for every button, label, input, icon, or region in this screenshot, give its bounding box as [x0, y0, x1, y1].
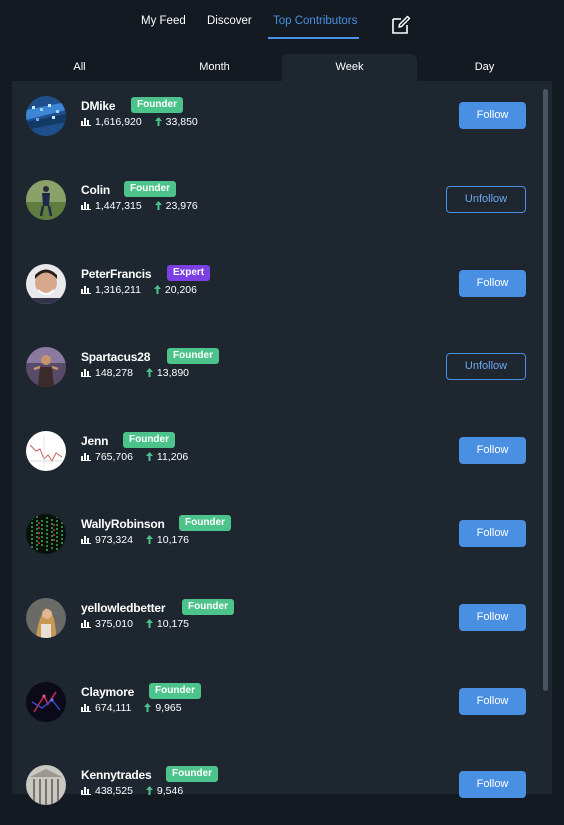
- contributor-name[interactable]: yellowledbetter: [81, 601, 166, 615]
- contributor-name[interactable]: PeterFrancis: [81, 267, 152, 281]
- contributor-stats: 765,706 11,206: [81, 451, 188, 463]
- score-count: 33,850: [165, 116, 198, 128]
- score-count: 20,206: [164, 284, 197, 296]
- top-navigation: My Feed Discover Top Contributors: [0, 0, 564, 48]
- founder-badge: Founder: [182, 599, 234, 615]
- tab-day[interactable]: Day: [417, 54, 552, 81]
- views-count: 1,447,315: [95, 200, 142, 212]
- nav-discover[interactable]: Discover: [207, 15, 252, 27]
- contributor-row: DMike Founder 1,616,920 33,850 Follow: [12, 96, 532, 156]
- views-count: 1,316,211: [95, 284, 141, 296]
- bar-chart-icon: [81, 286, 91, 294]
- founder-badge: Founder: [124, 181, 176, 197]
- nav-my-feed[interactable]: My Feed: [141, 15, 186, 27]
- avatar[interactable]: [26, 96, 66, 136]
- score-count: 10,175: [156, 618, 190, 630]
- views-count: 973,324: [95, 534, 133, 546]
- avatar[interactable]: [26, 598, 66, 638]
- bar-chart-icon: [81, 536, 91, 544]
- contributor-stats: 148,278 13,890: [81, 367, 189, 379]
- follow-button[interactable]: Follow: [459, 270, 526, 297]
- follow-button[interactable]: Follow: [459, 604, 526, 631]
- contributor-name[interactable]: DMike: [81, 99, 116, 113]
- views-count: 674,111: [95, 702, 132, 714]
- contributor-stats: 1,616,920 33,850: [81, 116, 198, 128]
- score-count: 11,206: [156, 451, 189, 463]
- founder-badge: Founder: [179, 515, 231, 531]
- arrow-up-icon: [154, 201, 162, 210]
- contributor-name[interactable]: Kennytrades: [81, 768, 152, 782]
- contributor-row: Colin Founder 1,447,315 23,976 Unfollow: [12, 180, 532, 240]
- contributor-row: Spartacus28 Founder 148,278 13,890 Unfol…: [12, 347, 532, 407]
- contributor-name[interactable]: Spartacus28: [81, 350, 150, 364]
- period-tabs: All Month Week Day: [12, 54, 552, 81]
- contributor-stats: 1,447,315 23,976: [81, 200, 198, 212]
- contributor-row: PeterFrancis Expert 1,316,211 20,206 Fol…: [12, 264, 532, 324]
- contributor-row: yellowledbetter Founder 375,010 10,175 F…: [12, 598, 532, 658]
- arrow-up-icon: [145, 619, 153, 628]
- contributor-stats: 1,316,211 20,206: [81, 284, 197, 296]
- contributor-stats: 973,324 10,176: [81, 534, 189, 546]
- avatar[interactable]: [26, 347, 66, 387]
- follow-button[interactable]: Follow: [459, 102, 526, 129]
- scrollbar[interactable]: [543, 89, 548, 691]
- bar-chart-icon: [81, 453, 91, 461]
- avatar[interactable]: [26, 514, 66, 554]
- contributor-stats: 674,111 9,965: [81, 702, 182, 714]
- avatar[interactable]: [26, 180, 66, 220]
- contributor-name[interactable]: Claymore: [81, 685, 134, 699]
- contributor-name[interactable]: Colin: [81, 183, 110, 197]
- score-count: 13,890: [156, 367, 190, 379]
- contributor-name[interactable]: Jenn: [81, 434, 108, 448]
- founder-badge: Founder: [167, 348, 219, 364]
- unfollow-button[interactable]: Unfollow: [446, 186, 526, 213]
- founder-badge: Founder: [131, 97, 183, 113]
- unfollow-button[interactable]: Unfollow: [446, 353, 526, 380]
- arrow-up-icon: [144, 703, 152, 712]
- score-count: 23,976: [165, 200, 198, 212]
- contributor-stats: 438,525 9,546: [81, 785, 183, 797]
- follow-button[interactable]: Follow: [459, 437, 526, 464]
- follow-button[interactable]: Follow: [459, 688, 526, 715]
- contributor-name[interactable]: WallyRobinson: [81, 517, 165, 531]
- contributor-row: Jenn Founder 765,706 11,206 Follow: [12, 431, 532, 491]
- founder-badge: Founder: [149, 683, 201, 699]
- expert-badge: Expert: [167, 265, 211, 281]
- contributor-row: Kennytrades Founder 438,525 9,546 Follow: [12, 765, 532, 825]
- views-count: 438,525: [95, 785, 133, 797]
- views-count: 148,278: [95, 367, 133, 379]
- bar-chart-icon: [81, 620, 91, 628]
- bar-chart-icon: [81, 202, 91, 210]
- avatar[interactable]: [26, 431, 66, 471]
- contributor-row: WallyRobinson Founder 973,324 10,176 Fol…: [12, 514, 532, 574]
- bar-chart-icon: [81, 704, 91, 712]
- views-count: 765,706: [95, 451, 133, 463]
- founder-badge: Founder: [123, 432, 175, 448]
- arrow-up-icon: [145, 535, 153, 544]
- tab-all[interactable]: All: [12, 54, 147, 81]
- avatar[interactable]: [26, 682, 66, 722]
- active-nav-indicator: [268, 37, 359, 39]
- compose-edit-icon[interactable]: [390, 14, 412, 36]
- bar-chart-icon: [81, 369, 91, 377]
- avatar[interactable]: [26, 765, 66, 805]
- tab-week[interactable]: Week: [282, 54, 417, 81]
- arrow-up-icon: [153, 285, 161, 294]
- founder-badge: Founder: [166, 766, 218, 782]
- bar-chart-icon: [81, 118, 91, 126]
- views-count: 1,616,920: [95, 116, 142, 128]
- follow-button[interactable]: Follow: [459, 520, 526, 547]
- avatar[interactable]: [26, 264, 66, 304]
- views-count: 375,010: [95, 618, 133, 630]
- contributor-row: Claymore Founder 674,111 9,965 Follow: [12, 682, 532, 742]
- score-count: 10,176: [156, 534, 190, 546]
- score-count: 9,965: [155, 702, 182, 714]
- arrow-up-icon: [154, 117, 162, 126]
- arrow-up-icon: [145, 368, 153, 377]
- score-count: 9,546: [156, 785, 184, 797]
- nav-top-contributors[interactable]: Top Contributors: [273, 15, 357, 27]
- contributor-stats: 375,010 10,175: [81, 618, 189, 630]
- arrow-up-icon: [145, 452, 153, 461]
- tab-month[interactable]: Month: [147, 54, 282, 81]
